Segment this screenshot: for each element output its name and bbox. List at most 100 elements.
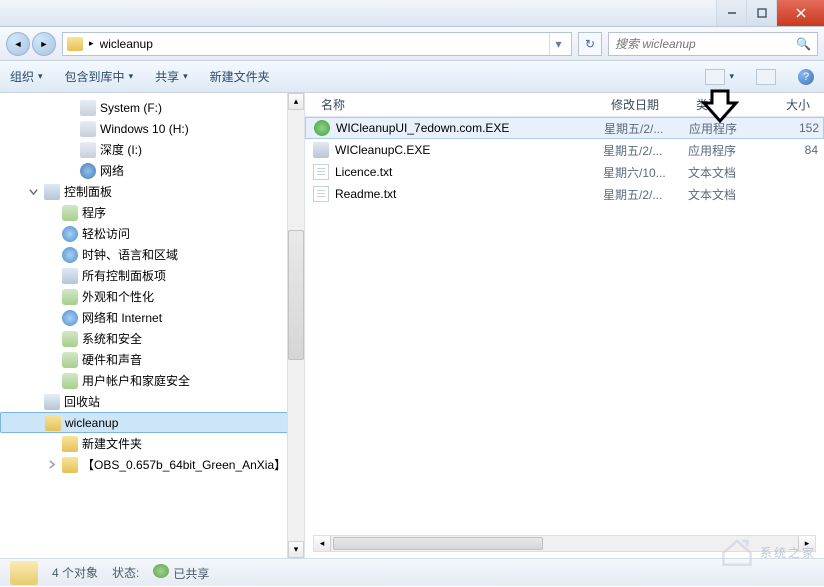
chevron-right-icon: ▸	[89, 38, 94, 49]
file-row[interactable]: WICleanupUI_7edown.com.EXE星期五/2/...应用程序1…	[305, 117, 824, 139]
tree-item[interactable]: 【OBS_0.657b_64bit_Green_AnXia】	[0, 454, 304, 475]
file-name: WICleanupC.EXE	[335, 143, 430, 157]
generic-icon	[62, 373, 78, 389]
folder-icon	[67, 37, 83, 51]
tree-item-label: System (F:)	[100, 101, 162, 115]
tree-item-label: 控制面板	[64, 183, 112, 200]
tree-item-label: 网络	[100, 162, 124, 179]
generic-icon	[62, 352, 78, 368]
tree-item[interactable]: 硬件和声音	[0, 349, 304, 370]
file-icon	[314, 120, 330, 136]
file-size: 84	[768, 143, 818, 157]
file-date: 星期五/2/...	[603, 186, 688, 203]
organize-menu[interactable]: 组织 ▾	[10, 68, 43, 85]
file-list-pane: 名称 修改日期 类型 大小 WICleanupUI_7edown.com.EXE…	[305, 93, 824, 558]
tree-item[interactable]: 新建文件夹	[0, 433, 304, 454]
chevron-down-icon[interactable]	[26, 187, 40, 196]
tree-item[interactable]: 深度 (I:)	[0, 139, 304, 160]
tree-item-label: 系统和安全	[82, 330, 142, 347]
folder-icon	[45, 415, 61, 431]
blue-icon	[62, 310, 78, 326]
tree-item[interactable]: Windows 10 (H:)	[0, 118, 304, 139]
navigation-tree: System (F:) Windows 10 (H:) 深度 (I:) 网络控制面板程…	[0, 93, 305, 558]
minimize-button[interactable]	[716, 0, 746, 26]
search-icon: 🔍	[796, 37, 811, 51]
scroll-left-button[interactable]: ◂	[314, 536, 331, 551]
tree-item-label: 【OBS_0.657b_64bit_Green_AnXia】	[82, 456, 286, 473]
forward-button[interactable]: ►	[32, 32, 56, 56]
blue-icon	[62, 226, 78, 242]
file-name: WICleanupUI_7edown.com.EXE	[336, 121, 509, 135]
column-date[interactable]: 修改日期	[603, 96, 688, 113]
tree-item[interactable]: 网络和 Internet	[0, 307, 304, 328]
tree-item-label: 用户帐户和家庭安全	[82, 372, 190, 389]
cp-icon	[62, 268, 78, 284]
new-folder-button[interactable]: 新建文件夹	[210, 68, 270, 85]
tree-item[interactable]: wicleanup	[0, 412, 304, 433]
search-input[interactable]	[615, 37, 796, 51]
file-size: 152	[769, 121, 819, 135]
file-date: 星期五/2/...	[603, 142, 688, 159]
drive-icon	[80, 100, 96, 116]
generic-icon	[62, 205, 78, 221]
address-input[interactable]	[100, 37, 543, 51]
file-icon	[313, 186, 329, 202]
file-type: 文本文档	[688, 164, 768, 181]
tree-item-label: 网络和 Internet	[82, 309, 162, 326]
file-row[interactable]: WICleanupC.EXE星期五/2/...应用程序84	[305, 139, 824, 161]
sidebar-scrollbar[interactable]: ▴ ▾	[287, 93, 304, 558]
drive-icon	[80, 121, 96, 137]
generic-icon	[62, 331, 78, 347]
status-state-label: 状态:	[112, 564, 139, 581]
tree-item[interactable]: 轻松访问	[0, 223, 304, 244]
tree-item[interactable]: 外观和个性化	[0, 286, 304, 307]
file-name: Readme.txt	[335, 187, 396, 201]
maximize-button[interactable]	[746, 0, 776, 26]
watermark: 系统之家	[720, 537, 816, 567]
back-button[interactable]: ◄	[6, 32, 30, 56]
scroll-down-button[interactable]: ▾	[288, 541, 304, 558]
tree-item-label: 程序	[82, 204, 106, 221]
blue-icon	[62, 247, 78, 263]
cp-icon	[44, 184, 60, 200]
close-button[interactable]	[776, 0, 824, 26]
tree-item[interactable]: 用户帐户和家庭安全	[0, 370, 304, 391]
view-mode-button[interactable]: ▾	[705, 69, 734, 85]
tree-item-label: Windows 10 (H:)	[100, 122, 189, 136]
tree-item[interactable]: 网络	[0, 160, 304, 181]
file-icon	[313, 142, 329, 158]
network-icon	[80, 163, 96, 179]
drive-icon	[80, 142, 96, 158]
navigation-bar: ◄ ► ▸ ▾ ↻ 🔍	[0, 27, 824, 61]
preview-pane-button[interactable]	[756, 69, 776, 85]
chevron-right-icon[interactable]	[44, 460, 58, 469]
column-headers: 名称 修改日期 类型 大小	[305, 93, 824, 117]
status-bar: 4 个对象 状态: 已共享	[0, 558, 824, 586]
address-dropdown-button[interactable]: ▾	[549, 33, 567, 55]
column-name[interactable]: 名称	[313, 96, 603, 113]
scroll-up-button[interactable]: ▴	[288, 93, 304, 110]
column-size[interactable]: 大小	[768, 96, 818, 113]
tree-item[interactable]: 程序	[0, 202, 304, 223]
file-row[interactable]: Licence.txt星期六/10...文本文档	[305, 161, 824, 183]
include-library-menu[interactable]: 包含到库中 ▾	[65, 68, 134, 85]
scrollbar-thumb[interactable]	[288, 230, 304, 360]
folder-icon	[62, 457, 78, 473]
tree-item[interactable]: 控制面板	[0, 181, 304, 202]
file-row[interactable]: Readme.txt星期五/2/...文本文档	[305, 183, 824, 205]
tree-item[interactable]: 回收站	[0, 391, 304, 412]
refresh-button[interactable]: ↻	[578, 32, 602, 56]
address-bar[interactable]: ▸ ▾	[62, 32, 572, 56]
tree-item[interactable]: 系统和安全	[0, 328, 304, 349]
share-menu[interactable]: 共享 ▾	[155, 68, 188, 85]
tree-item-label: 硬件和声音	[82, 351, 142, 368]
tree-item-label: 外观和个性化	[82, 288, 154, 305]
tree-item[interactable]: 所有控制面板项	[0, 265, 304, 286]
tree-item-label: wicleanup	[65, 416, 118, 430]
help-button[interactable]: ?	[798, 69, 814, 85]
tree-item[interactable]: 时钟、语言和区域	[0, 244, 304, 265]
search-box[interactable]: 🔍	[608, 32, 818, 56]
tree-item-label: 轻松访问	[82, 225, 130, 242]
hscrollbar-thumb[interactable]	[333, 537, 543, 550]
tree-item[interactable]: System (F:)	[0, 97, 304, 118]
